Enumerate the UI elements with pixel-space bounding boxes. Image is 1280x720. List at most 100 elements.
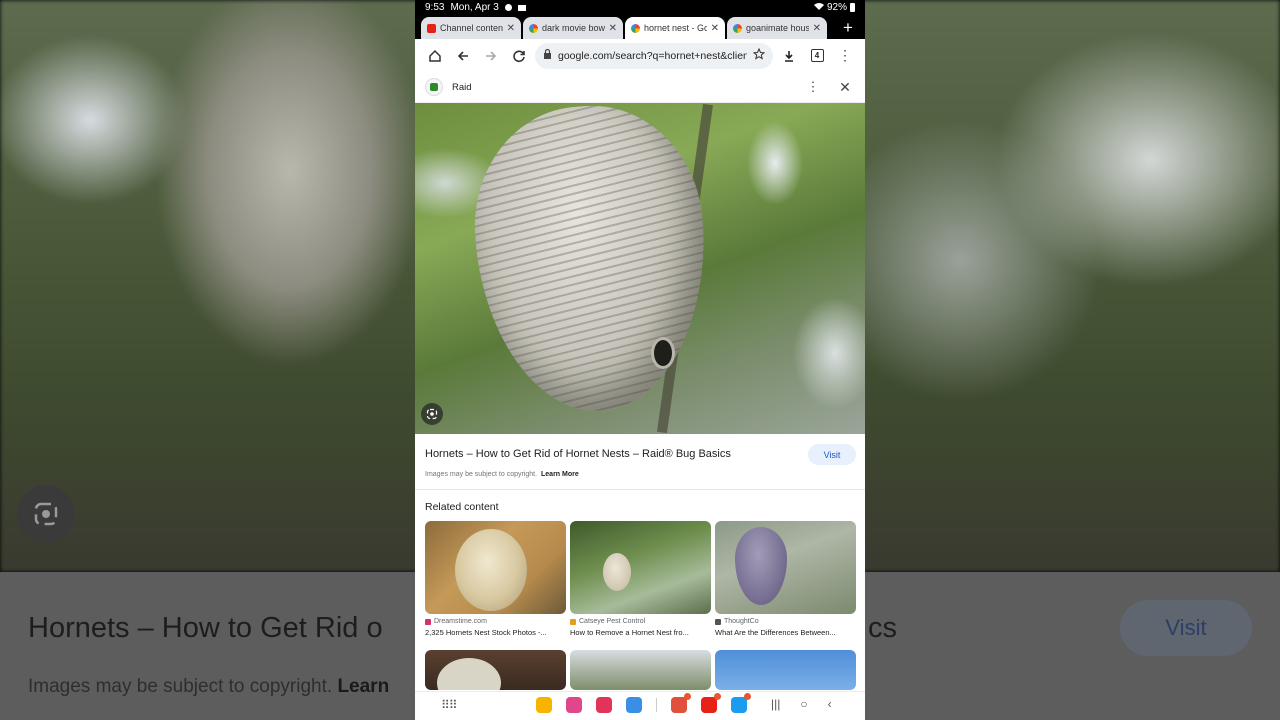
related-thumbnail[interactable]: [570, 650, 711, 690]
background-lens-icon: [17, 485, 75, 543]
source-name[interactable]: Raid: [452, 82, 472, 93]
related-thumbnail[interactable]: [425, 650, 566, 690]
background-title-right: cs: [868, 612, 897, 644]
google-icon: [631, 23, 640, 33]
youtube-app-icon[interactable]: [701, 693, 721, 713]
source-label: Dreamstime.com: [434, 618, 487, 625]
catseye-icon: [570, 618, 576, 625]
files-app-icon[interactable]: [536, 697, 552, 713]
background-copyright: Images may be subject to copyright. Lear…: [28, 676, 390, 697]
source-label: ThoughtCo: [724, 618, 759, 625]
result-info: Hornets – How to Get Rid of Hornet Nests…: [415, 434, 865, 490]
thoughtco-icon: [715, 618, 721, 625]
mail-notification-icon: [517, 4, 526, 11]
related-source: Dreamstime.com: [425, 618, 566, 625]
site-info-icon[interactable]: [543, 48, 552, 62]
related-title[interactable]: What Are the Differences Between...: [715, 628, 856, 637]
flower-app-icon[interactable]: [566, 697, 582, 713]
more-menu-button[interactable]: ⋮: [833, 44, 857, 68]
more-options-icon[interactable]: ⋮: [803, 79, 823, 95]
back-button[interactable]: [451, 44, 475, 68]
raid-logo-icon: [425, 78, 443, 96]
phone-screen: 9:53 Mon, Apr 3 92% Channel content ✕ da…: [415, 0, 865, 720]
reload-icon: [513, 49, 525, 62]
tab-hornet-nest[interactable]: hornet nest - Goo ✕: [625, 17, 725, 39]
hornet-nest-image[interactable]: [415, 103, 865, 434]
related-item[interactable]: [425, 650, 566, 690]
google-icon: [733, 23, 742, 33]
camera-app-icon[interactable]: [596, 697, 612, 713]
source-label: Catseye Pest Control: [579, 618, 646, 625]
tab-switcher-button[interactable]: 4: [805, 44, 829, 68]
notification-badge: [714, 693, 721, 700]
nest-entrance: [651, 337, 675, 369]
forward-button[interactable]: [479, 44, 503, 68]
back-chevron-icon[interactable]: ‹: [828, 697, 832, 711]
copyright-text: Images may be subject to copyright.: [425, 471, 538, 478]
reload-button[interactable]: [507, 44, 531, 68]
close-tab-icon[interactable]: ✕: [813, 23, 821, 34]
battery-percent: 92%: [826, 2, 847, 13]
status-time: 9:53: [425, 2, 445, 13]
notification-badge: [744, 693, 751, 700]
close-tab-icon[interactable]: ✕: [609, 23, 617, 34]
related-item[interactable]: Catseye Pest Control How to Remove a Hor…: [570, 521, 711, 637]
home-icon: [429, 49, 441, 62]
system-navbar: ⠿⠿ ||| ○ ‹: [415, 691, 865, 720]
download-button[interactable]: [777, 44, 801, 68]
tab-dark-movie-bows[interactable]: dark movie bows ✕: [523, 17, 623, 39]
notification-icon: [504, 4, 512, 11]
more-vert-icon: ⋮: [838, 47, 852, 63]
forward-arrow-icon: [486, 50, 497, 61]
tab-label: hornet nest - Goo: [644, 23, 707, 33]
home-button[interactable]: [423, 44, 447, 68]
tab-label: Channel content: [440, 23, 503, 33]
address-bar[interactable]: google.com/search?q=hornet+nest&client=t: [535, 42, 773, 69]
notification-badge: [684, 693, 691, 700]
related-item[interactable]: [570, 650, 711, 690]
browser-toolbar: google.com/search?q=hornet+nest&client=t…: [415, 39, 865, 72]
chrome-app-icon[interactable]: [626, 697, 642, 713]
close-tab-icon[interactable]: ✕: [711, 23, 719, 34]
app-dock: [536, 693, 751, 713]
related-title[interactable]: How to Remove a Hornet Nest fro...: [570, 628, 711, 637]
close-icon[interactable]: ✕: [835, 79, 855, 96]
home-circle-icon[interactable]: ○: [800, 697, 807, 711]
visit-button[interactable]: Visit: [808, 444, 856, 465]
result-title[interactable]: Hornets – How to Get Rid of Hornet Nests…: [425, 448, 731, 460]
tab-strip: Channel content ✕ dark movie bows ✕ horn…: [415, 15, 865, 39]
email-app-icon[interactable]: [671, 693, 691, 713]
url-text: google.com/search?q=hornet+nest&client=t: [558, 49, 747, 62]
close-tab-icon[interactable]: ✕: [507, 23, 515, 34]
related-source: ThoughtCo: [715, 618, 856, 625]
related-title[interactable]: 2,325 Hornets Nest Stock Photos -...: [425, 628, 566, 637]
related-item[interactable]: [715, 650, 856, 690]
bookmark-star-icon[interactable]: [752, 47, 766, 63]
related-thumbnail[interactable]: [570, 521, 711, 614]
tab-label: dark movie bows: [542, 23, 605, 33]
image-source-bar: Raid ⋮ ✕: [415, 72, 865, 103]
status-date: Mon, Apr 3: [450, 2, 499, 13]
related-thumbnail[interactable]: [425, 521, 566, 614]
new-tab-button[interactable]: +: [833, 17, 863, 39]
related-thumbnail[interactable]: [715, 521, 856, 614]
battery-icon: [850, 3, 855, 12]
related-item[interactable]: Dreamstime.com 2,325 Hornets Nest Stock …: [425, 521, 566, 637]
related-heading: Related content: [425, 501, 499, 513]
status-bar: 9:53 Mon, Apr 3 92%: [415, 0, 865, 15]
recents-icon[interactable]: |||: [771, 697, 780, 711]
twitter-app-icon[interactable]: [731, 693, 751, 713]
background-title: Hornets – How to Get Rid o: [28, 612, 383, 644]
back-arrow-icon: [457, 50, 468, 61]
app-drawer-icon[interactable]: ⠿⠿: [441, 698, 458, 712]
tab-goanimate-house[interactable]: goanimate house ✕: [727, 17, 827, 39]
related-item[interactable]: ThoughtCo What Are the Differences Betwe…: [715, 521, 856, 637]
related-thumbnail[interactable]: [715, 650, 856, 690]
google-lens-icon[interactable]: [421, 403, 443, 425]
related-source: Catseye Pest Control: [570, 618, 711, 625]
tab-label: goanimate house: [746, 23, 809, 33]
learn-more-link[interactable]: Learn More: [541, 471, 579, 478]
tab-channel-content[interactable]: Channel content ✕: [421, 17, 521, 39]
wifi-icon: [813, 2, 824, 13]
copyright-notice: Images may be subject to copyright. Lear…: [425, 471, 579, 478]
